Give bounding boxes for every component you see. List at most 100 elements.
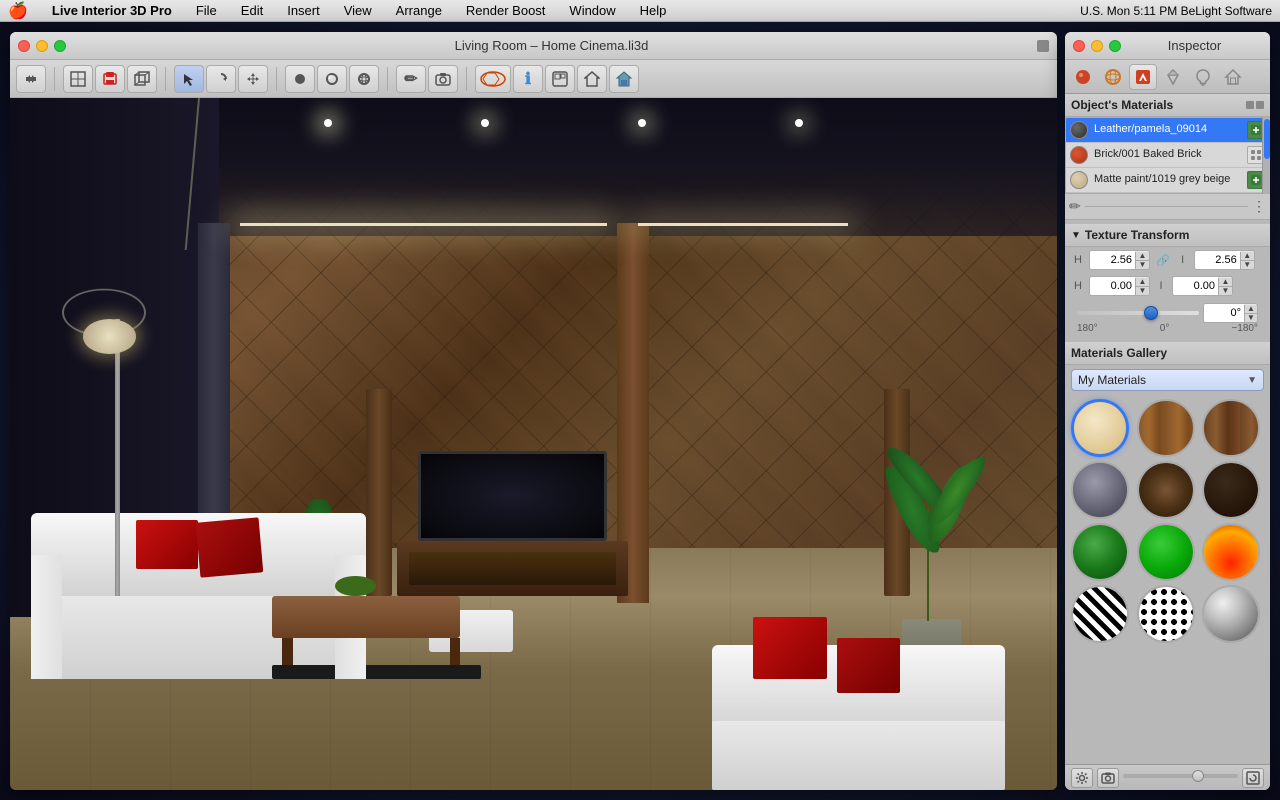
close-button[interactable] xyxy=(18,40,30,52)
gallery-item-verydark[interactable] xyxy=(1202,461,1260,519)
render-btn[interactable] xyxy=(349,65,379,93)
desktop: Living Room – Home Cinema.li3d xyxy=(0,22,1280,800)
materials-list: Leather/pamela_09014 Brick/001 Bake xyxy=(1065,117,1270,194)
view-3d-btn[interactable] xyxy=(127,65,157,93)
gallery-item-fire[interactable] xyxy=(1202,523,1260,581)
menu-render-boost[interactable]: Render Boost xyxy=(462,3,550,18)
exterior-btn[interactable] xyxy=(577,65,607,93)
gallery-item-spots[interactable] xyxy=(1137,585,1195,643)
menu-window[interactable]: Window xyxy=(565,3,619,18)
maximize-button[interactable] xyxy=(54,40,66,52)
view-print-btn[interactable] xyxy=(95,65,125,93)
main-window: Living Room – Home Cinema.li3d xyxy=(10,32,1057,790)
inspector-close-btn[interactable] xyxy=(1073,40,1085,52)
material-name-leather: Leather/pamela_09014 xyxy=(1094,123,1241,136)
pencil-icon[interactable]: ✏ xyxy=(1069,198,1081,215)
rotation-stepper: ▲ ▼ xyxy=(1244,305,1257,322)
gallery-item-zebra[interactable] xyxy=(1071,585,1129,643)
menu-dots-icon[interactable]: ⋮ xyxy=(1252,198,1266,215)
rotate-tool-btn[interactable] xyxy=(206,65,236,93)
settings-btn[interactable] xyxy=(1071,768,1093,788)
gallery-item-stone[interactable] xyxy=(1071,461,1129,519)
zoom-slider-container xyxy=(1123,774,1238,782)
rotation-slider-thumb[interactable] xyxy=(1144,306,1158,320)
spot-light-4 xyxy=(795,119,803,127)
minimize-button[interactable] xyxy=(36,40,48,52)
zoom-slider-thumb[interactable] xyxy=(1192,770,1204,782)
materials-scroll-thumb[interactable] xyxy=(1264,119,1270,159)
zoom-slider-track[interactable] xyxy=(1123,774,1238,778)
offset-x-input[interactable]: 0.00 xyxy=(1090,277,1135,295)
link-icon[interactable]: 🔗 xyxy=(1154,254,1172,267)
app-name[interactable]: Live Interior 3D Pro xyxy=(48,3,176,18)
photo-btn[interactable] xyxy=(1097,768,1119,788)
sphere-btn[interactable] xyxy=(285,65,315,93)
plan-view-btn[interactable] xyxy=(545,65,575,93)
menu-file[interactable]: File xyxy=(192,3,221,18)
scale-y-down[interactable]: ▼ xyxy=(1241,261,1254,269)
move-tool-btn[interactable] xyxy=(238,65,268,93)
menu-view[interactable]: View xyxy=(340,3,376,18)
select-tool-btn[interactable] xyxy=(174,65,204,93)
scale-x-down[interactable]: ▼ xyxy=(1136,261,1149,269)
material-name-brick: Brick/001 Baked Brick xyxy=(1094,148,1241,161)
dropdown-arrow-icon: ▼ xyxy=(1247,375,1257,386)
tab-house[interactable] xyxy=(1219,64,1247,90)
gallery-item-cream[interactable] xyxy=(1071,399,1129,457)
back-forward-btn[interactable] xyxy=(16,65,46,93)
materials-list-icon[interactable] xyxy=(1246,101,1254,109)
tab-paint[interactable] xyxy=(1129,64,1157,90)
materials-grid-icon[interactable] xyxy=(1256,101,1264,109)
window-resize-btn[interactable] xyxy=(1037,40,1049,52)
offset-x-down[interactable]: ▼ xyxy=(1136,287,1149,295)
tab-3d-object[interactable] xyxy=(1099,64,1127,90)
apple-menu[interactable]: 🍎 xyxy=(8,1,28,21)
material-item-matte[interactable]: Matte paint/1019 grey beige xyxy=(1066,168,1269,193)
gallery-title: Materials Gallery xyxy=(1071,346,1167,360)
gallery-item-wood1[interactable] xyxy=(1137,399,1195,457)
gallery-item-chrome[interactable] xyxy=(1202,585,1260,643)
offset-y-input[interactable]: 0.00 xyxy=(1173,277,1218,295)
inspector-min-btn[interactable] xyxy=(1091,40,1103,52)
ceiling-light-2 xyxy=(638,223,847,226)
menu-insert[interactable]: Insert xyxy=(283,3,324,18)
info-btn[interactable]: ℹ xyxy=(513,65,543,93)
preview-btn[interactable] xyxy=(317,65,347,93)
scale-x-input[interactable]: 2.56 xyxy=(1090,251,1135,269)
scale-x-row: H 2.56 ▲ ▼ 🔗 I 2.56 ▲ ▼ xyxy=(1065,247,1270,273)
rotation-down[interactable]: ▼ xyxy=(1245,314,1257,322)
offset-y-down[interactable]: ▼ xyxy=(1219,287,1232,295)
camera-btn[interactable] xyxy=(428,65,458,93)
orbit-btn[interactable] xyxy=(475,65,511,93)
material-item-brick[interactable]: Brick/001 Baked Brick xyxy=(1066,143,1269,168)
materials-scrollbar[interactable] xyxy=(1262,117,1270,194)
gallery-item-green1[interactable] xyxy=(1071,523,1129,581)
gallery-dropdown[interactable]: My Materials ▼ xyxy=(1071,369,1264,391)
gallery-item-wood2[interactable] xyxy=(1202,399,1260,457)
viewport-3d[interactable] xyxy=(10,98,1057,790)
tab-materials[interactable] xyxy=(1069,64,1097,90)
gallery-item-darkwood[interactable] xyxy=(1137,461,1195,519)
tab-gem[interactable] xyxy=(1159,64,1187,90)
rotation-label-right: −180° xyxy=(1231,323,1258,334)
rotation-input[interactable] xyxy=(1204,304,1244,322)
swatch-matte xyxy=(1070,171,1088,189)
rotation-slider-track[interactable] xyxy=(1077,311,1199,315)
view-2d-btn[interactable] xyxy=(63,65,93,93)
tab-light[interactable] xyxy=(1189,64,1217,90)
menu-arrange[interactable]: Arrange xyxy=(392,3,446,18)
offset-row: H 0.00 ▲ ▼ I 0.00 ▲ ▼ xyxy=(1065,273,1270,299)
inspector-titlebar: Inspector xyxy=(1065,32,1270,60)
measure-btn[interactable]: ✏ xyxy=(396,65,426,93)
menu-help[interactable]: Help xyxy=(636,3,671,18)
scale-y-input[interactable]: 2.56 xyxy=(1195,251,1240,269)
gallery-item-green2[interactable] xyxy=(1137,523,1195,581)
scale-y-label: I xyxy=(1176,254,1190,266)
inspector-scroll-area[interactable]: Object's Materials Leather/pamela_09014 xyxy=(1065,94,1270,764)
expand-btn[interactable] xyxy=(1242,768,1264,788)
inspector-max-btn[interactable] xyxy=(1109,40,1121,52)
sofa-seat-right xyxy=(712,721,1005,790)
camera3d-btn[interactable] xyxy=(609,65,639,93)
material-item-leather[interactable]: Leather/pamela_09014 xyxy=(1066,118,1269,143)
menu-edit[interactable]: Edit xyxy=(237,3,267,18)
